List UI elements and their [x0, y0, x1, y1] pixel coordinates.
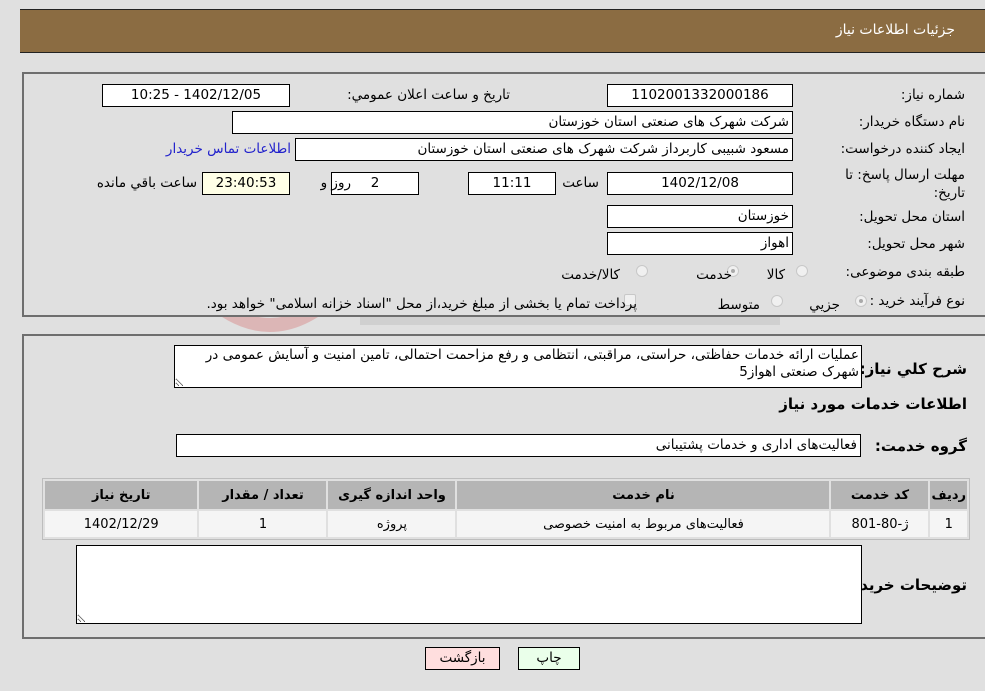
page-header: جزئیات اطلاعات نیاز [20, 9, 985, 53]
cell-unit: پروژه [328, 511, 456, 537]
col-unit: واحد اندازه گيری [328, 481, 456, 509]
category-label: طبقه بندی موضوعی: [845, 264, 965, 280]
category-radio-goods-service[interactable] [636, 265, 648, 277]
deadline-time-label: ساعت [562, 175, 599, 191]
table-header-row: رديف کد خدمت نام خدمت واحد اندازه گيری ت… [45, 481, 967, 509]
cell-service-name: فعالیت‌های مربوط به امنیت خصوصی [457, 511, 830, 537]
description-field[interactable]: عملیات ارائه خدمات حفاظتی، حراستی، مراقب… [174, 345, 862, 388]
city-field: اهواز [607, 232, 793, 255]
province-label: استان محل تحويل: [859, 209, 965, 225]
need-number-field: 1102001332000186 [607, 84, 793, 107]
announce-datetime-field: 1402/12/05 - 10:25 [102, 84, 290, 107]
buyer-org-label: نام دستگاه خريدار: [858, 114, 965, 130]
description-panel: شرح كلي نياز: عملیات ارائه خدمات حفاظتی،… [22, 334, 985, 639]
purchase-type-radio-minor[interactable] [855, 295, 867, 307]
purchase-type-radio-medium[interactable] [771, 295, 783, 307]
deadline-time-field: 11:11 [468, 172, 556, 195]
services-table: رديف کد خدمت نام خدمت واحد اندازه گيری ت… [42, 478, 970, 540]
requester-label: ايجاد کننده درخواست: [840, 141, 965, 157]
col-quantity: تعداد / مقدار [199, 481, 327, 509]
col-need-date: تاريخ نياز [45, 481, 198, 509]
announce-datetime-label: تاريخ و ساعت اعلان عمومي: [347, 87, 510, 103]
need-number-label: شماره نیاز: [900, 87, 965, 103]
page-title: جزئیات اطلاعات نیاز [835, 22, 955, 38]
remaining-time-label: ساعت باقي مانده [96, 175, 197, 191]
city-label: شهر محل تحويل: [867, 236, 965, 252]
buyer-contact-link[interactable]: اطلاعات تماس خريدار [166, 141, 291, 157]
category-option-goods: کالا [766, 267, 785, 283]
treasury-note: پرداخت تمام يا بخشی از مبلغ خريد،از محل … [206, 296, 637, 312]
service-group-label: گروه خدمت: [874, 437, 967, 455]
category-radio-goods[interactable] [796, 265, 808, 277]
back-button[interactable]: بازگشت [425, 647, 500, 670]
description-label: شرح كلي نياز: [859, 360, 967, 378]
cell-need-date: 1402/12/29 [45, 511, 198, 537]
buyer-org-field: شرکت شهرک های صنعتی استان خوزستان [232, 111, 793, 134]
category-option-service: خدمت [696, 267, 732, 283]
col-row-number: رديف [930, 481, 967, 509]
purchase-type-option-minor: جزيي [809, 297, 840, 313]
cell-quantity: 1 [199, 511, 327, 537]
province-field: خوزستان [607, 205, 793, 228]
services-section-title: اطلاعات خدمات مورد نياز [779, 395, 967, 413]
col-service-code: کد خدمت [831, 481, 929, 509]
cell-row-number: 1 [930, 511, 967, 537]
need-details-panel: شماره نیاز: 1102001332000186 تاريخ و ساع… [22, 72, 985, 317]
requester-field: مسعود شبیبی کاربرداز شرکت شهرک های صنعتی… [295, 138, 793, 161]
deadline-date-field: 1402/12/08 [607, 172, 793, 195]
service-group-field: فعالیت‌های اداری و خدمات پشتیبانی [176, 434, 861, 457]
days-label: روز و [320, 175, 351, 191]
print-button[interactable]: چاپ [518, 647, 580, 670]
purchase-type-label: نوع فرآيند خريد : [869, 293, 965, 309]
cell-service-code: ژ-80-801 [831, 511, 929, 537]
buyer-notes-field[interactable] [76, 545, 862, 624]
category-option-goods-service: کالا/خدمت [561, 267, 620, 283]
deadline-label: مهلت ارسال پاسخ: تا تاریخ: [845, 167, 965, 201]
remaining-time-field: 23:40:53 [202, 172, 290, 195]
purchase-type-option-medium: متوسط [717, 297, 760, 313]
table-row: 1 ژ-80-801 فعالیت‌های مربوط به امنیت خصو… [45, 511, 967, 537]
col-service-name: نام خدمت [457, 481, 830, 509]
